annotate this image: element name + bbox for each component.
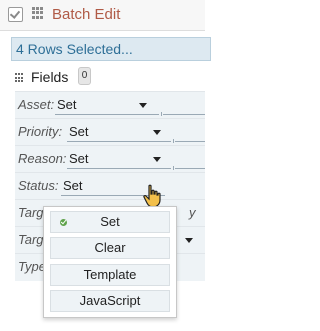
checkmark-icon bbox=[60, 219, 67, 226]
chevron-down-icon[interactable] bbox=[153, 157, 161, 162]
field-value-asset[interactable]: Set bbox=[57, 97, 77, 112]
rows-selected-text: 4 Rows Selected... bbox=[16, 41, 133, 57]
field-divider bbox=[161, 112, 162, 116]
grid-icon bbox=[32, 7, 44, 19]
field-label-partial-end: y bbox=[189, 205, 196, 220]
dropdown-option-javascript[interactable]: JavaScript bbox=[50, 290, 170, 312]
field-row-priority: Priority: Set bbox=[15, 118, 205, 146]
field-underline bbox=[175, 141, 205, 142]
dropdown-option-label: Template bbox=[83, 267, 137, 282]
field-label-status: Status: bbox=[18, 178, 59, 193]
field-row-reason: Reason: Set bbox=[15, 145, 205, 173]
page-title: Batch Edit bbox=[52, 6, 121, 23]
field-row-status: Status: Set bbox=[15, 172, 205, 200]
chevron-down-icon[interactable] bbox=[139, 103, 147, 108]
field-value-status[interactable]: Set bbox=[63, 178, 83, 193]
dropdown-option-set[interactable]: Set bbox=[50, 211, 170, 233]
dropdown-option-template[interactable]: Template bbox=[50, 264, 170, 286]
field-value-reason[interactable]: Set bbox=[69, 151, 89, 166]
field-underline bbox=[163, 114, 205, 115]
rows-selected-bar[interactable]: 4 Rows Selected... bbox=[11, 37, 211, 61]
field-divider bbox=[173, 139, 174, 143]
field-underline bbox=[55, 114, 159, 115]
field-label-priority: Priority: bbox=[18, 124, 63, 139]
value-dropdown-menu: Set Clear Template JavaScript bbox=[43, 206, 177, 318]
dropdown-option-label: JavaScript bbox=[79, 293, 141, 308]
field-underline bbox=[175, 168, 205, 169]
field-label-partial: Targ bbox=[18, 232, 44, 247]
field-label-asset: Asset: bbox=[18, 97, 55, 112]
chevron-down-icon[interactable] bbox=[185, 238, 193, 243]
grid-icon bbox=[15, 73, 25, 83]
field-label-reason: Reason: bbox=[18, 151, 67, 166]
field-divider bbox=[173, 166, 174, 170]
checkbox-icon[interactable] bbox=[8, 7, 23, 22]
field-label-partial: Type bbox=[18, 259, 46, 274]
dropdown-option-label: Clear bbox=[94, 240, 126, 255]
field-row-asset: Asset: Set bbox=[15, 91, 205, 119]
field-underline bbox=[67, 141, 171, 142]
field-underline bbox=[67, 168, 171, 169]
dropdown-option-label: Set bbox=[100, 214, 120, 229]
fields-count-badge: 0 bbox=[78, 67, 91, 85]
hand-pointer-icon bbox=[142, 184, 164, 208]
fields-label: Fields bbox=[31, 69, 69, 85]
dropdown-option-clear[interactable]: Clear bbox=[50, 237, 170, 259]
batch-edit-header: Batch Edit bbox=[0, 0, 205, 31]
field-label-partial: Targ bbox=[18, 205, 44, 220]
field-value-priority[interactable]: Set bbox=[69, 124, 89, 139]
chevron-down-icon[interactable] bbox=[153, 130, 161, 135]
